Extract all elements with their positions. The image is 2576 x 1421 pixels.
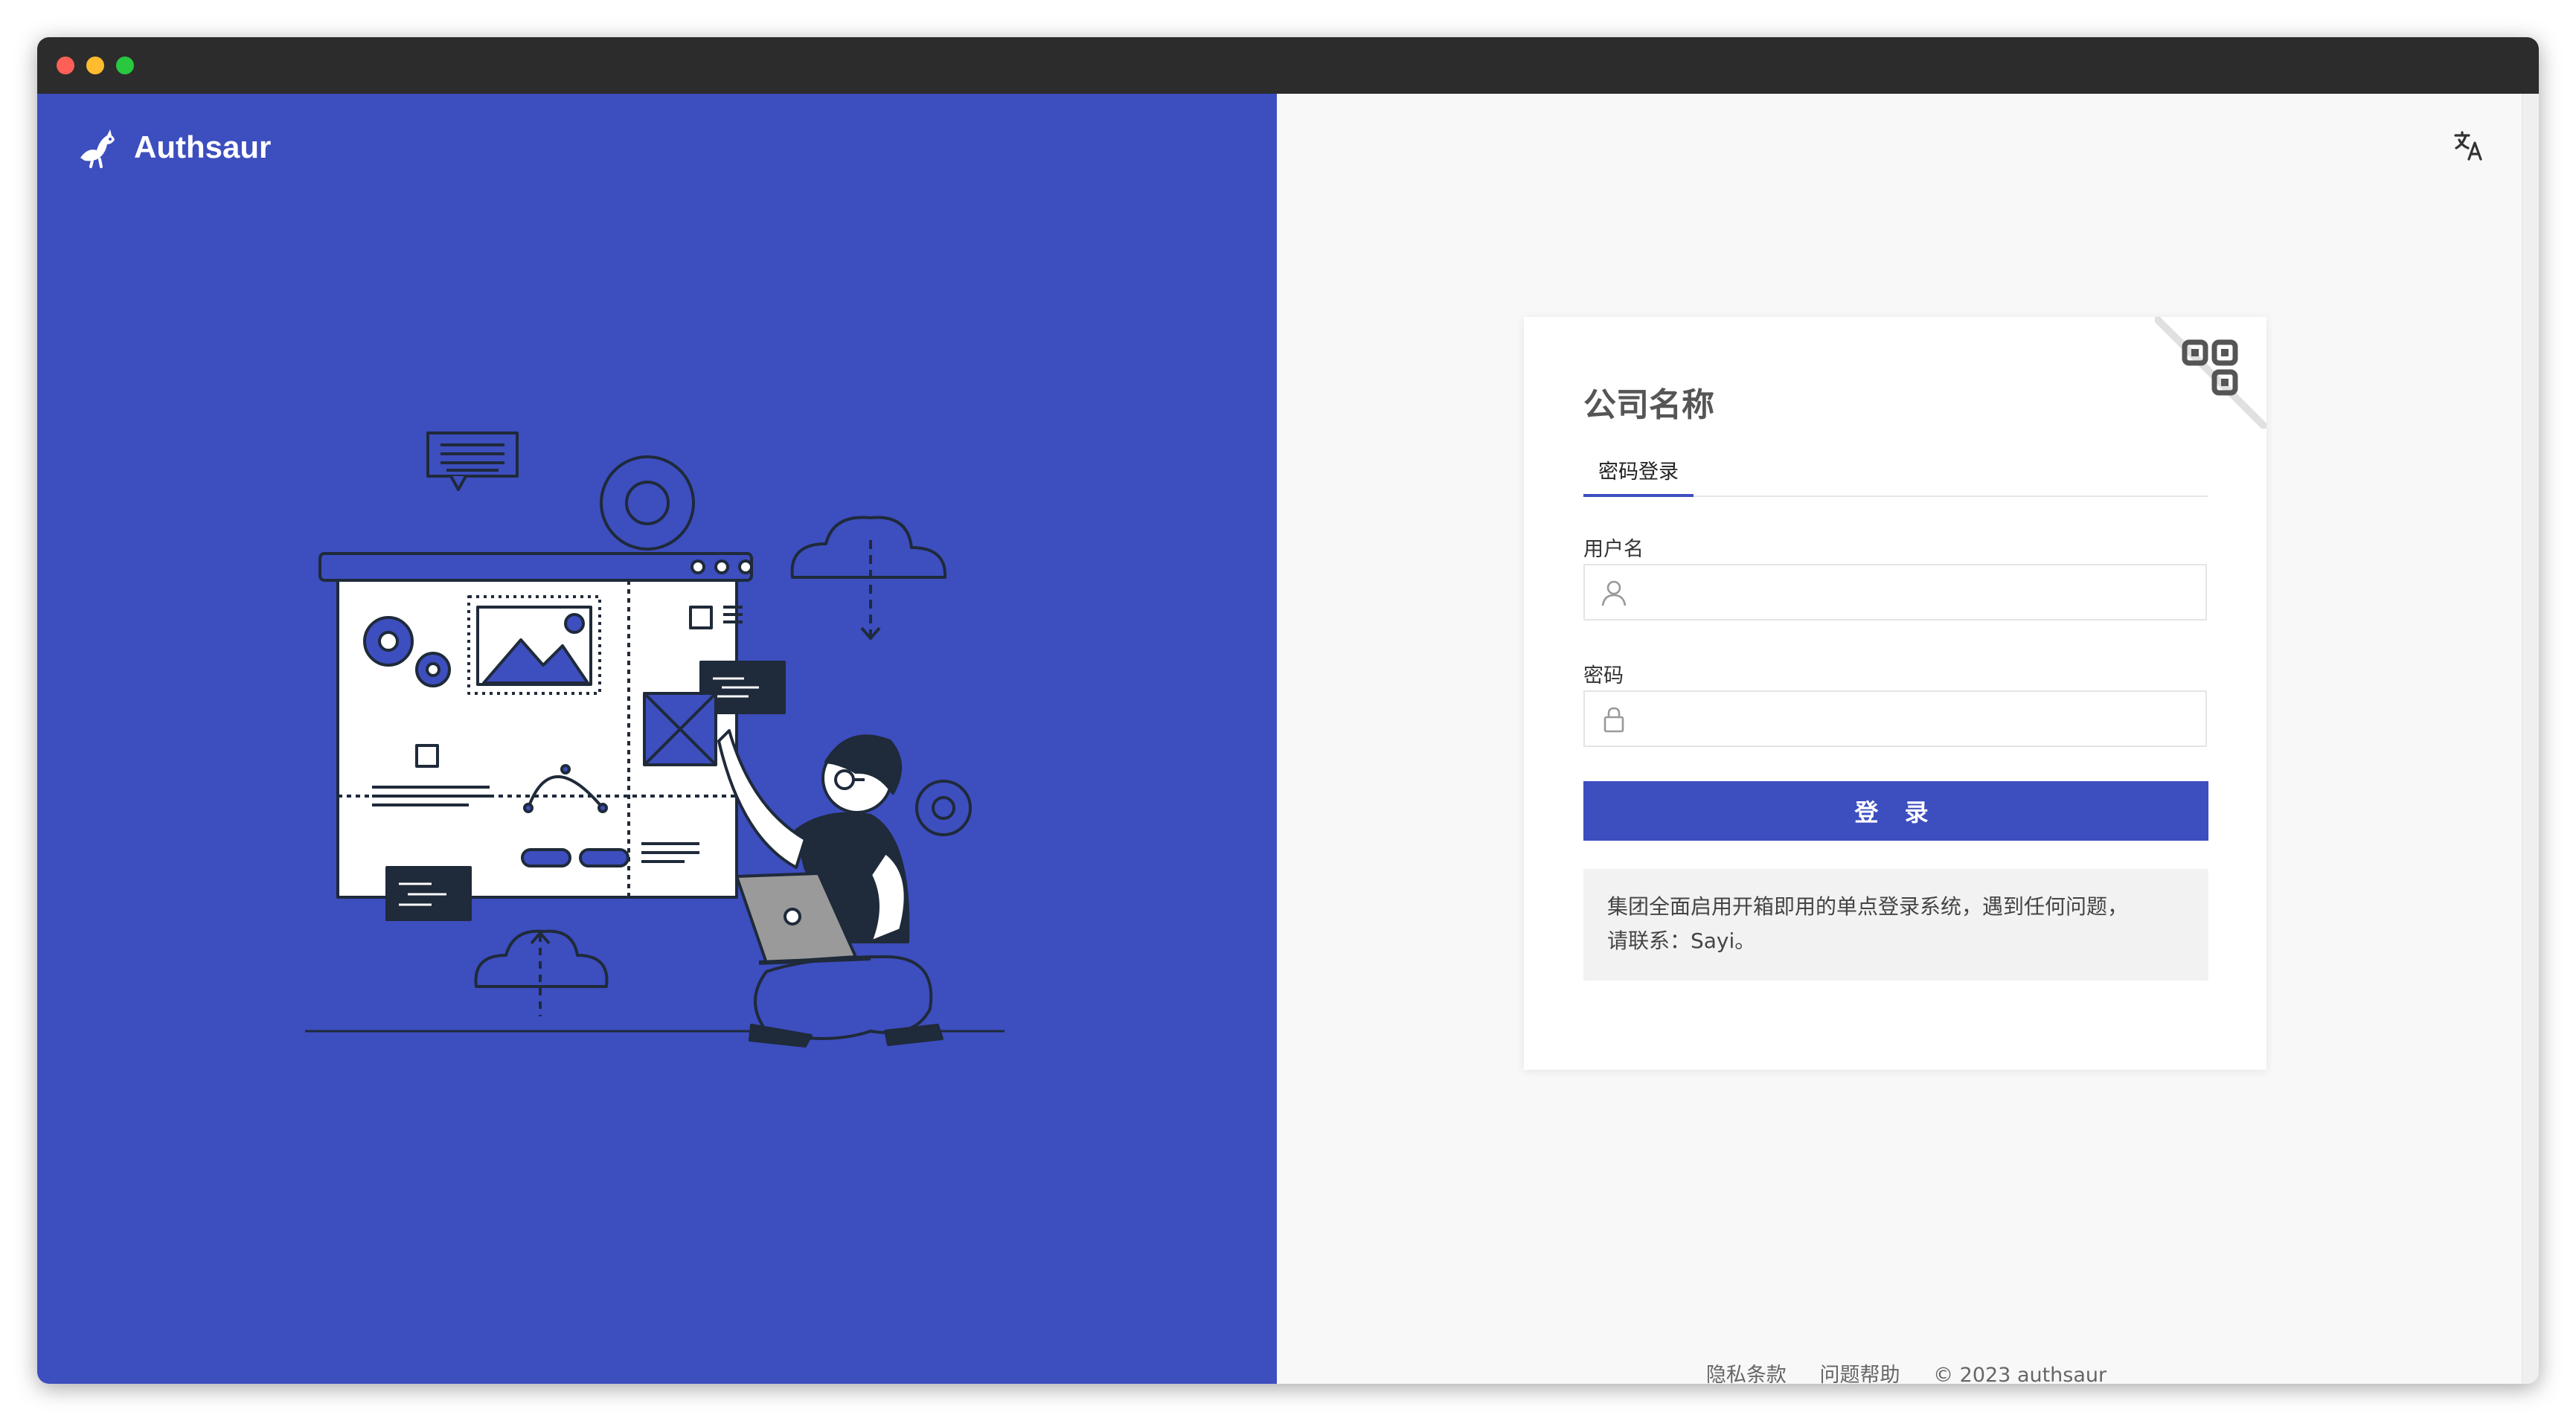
sso-notice: 集团全面启用开箱即用的单点登录系统，遇到任何问题， 请联系：Sayi。 [1583,869,2208,981]
help-link[interactable]: 问题帮助 [1819,1364,1900,1384]
brand-name: Authsaur [134,129,272,164]
username-input[interactable] [1641,565,2195,620]
browser-window: Authsaur 公司名称 密码登录 用户名 密码 登 录 集团全面启用开箱即用… [37,37,2539,1384]
language-switch-button[interactable] [2447,124,2491,168]
login-panel: 公司名称 密码登录 用户名 密码 登 录 集团全面启用开箱即用的单点登录系统，遇… [1277,94,2539,1384]
window-titlebar [37,37,2539,94]
developer-illustration [305,432,1005,1048]
username-label: 用户名 [1583,538,1644,561]
password-label: 密码 [1583,664,1624,687]
notice-line-1: 集团全面启用开箱即用的单点登录系统，遇到任何问题， [1607,894,2129,919]
vertical-scrollbar[interactable] [2522,94,2539,1384]
username-field[interactable] [1583,564,2207,620]
password-input[interactable] [1641,692,2195,747]
password-field[interactable] [1583,690,2207,747]
login-submit-button[interactable]: 登 录 [1583,781,2208,841]
notice-line-2: 请联系：Sayi。 [1607,928,1756,953]
translate-icon [2454,131,2482,161]
company-name-title: 公司名称 [1583,386,1714,424]
minimize-window-button[interactable] [86,57,104,74]
brand: Authsaur [74,124,271,171]
zoom-window-button[interactable] [116,57,134,74]
qr-code-login-toggle[interactable] [2155,317,2266,429]
copyright-text: © 2023 authsaur [1933,1364,2107,1384]
privacy-link[interactable]: 隐私条款 [1706,1364,1787,1384]
close-window-button[interactable] [57,57,74,74]
brand-panel: Authsaur [37,94,1277,1384]
lock-icon [1603,707,1624,733]
dinosaur-logo-icon [80,129,115,168]
login-method-tabs: 密码登录 [1583,460,2208,497]
tab-password-login[interactable]: 密码登录 [1583,460,1694,497]
footer: 隐私条款 问题帮助 © 2023 authsaur [1277,1359,2522,1384]
login-card: 公司名称 密码登录 用户名 密码 登 录 集团全面启用开箱即用的单点登录系统，遇… [1524,317,2266,1070]
user-icon [1601,580,1627,606]
